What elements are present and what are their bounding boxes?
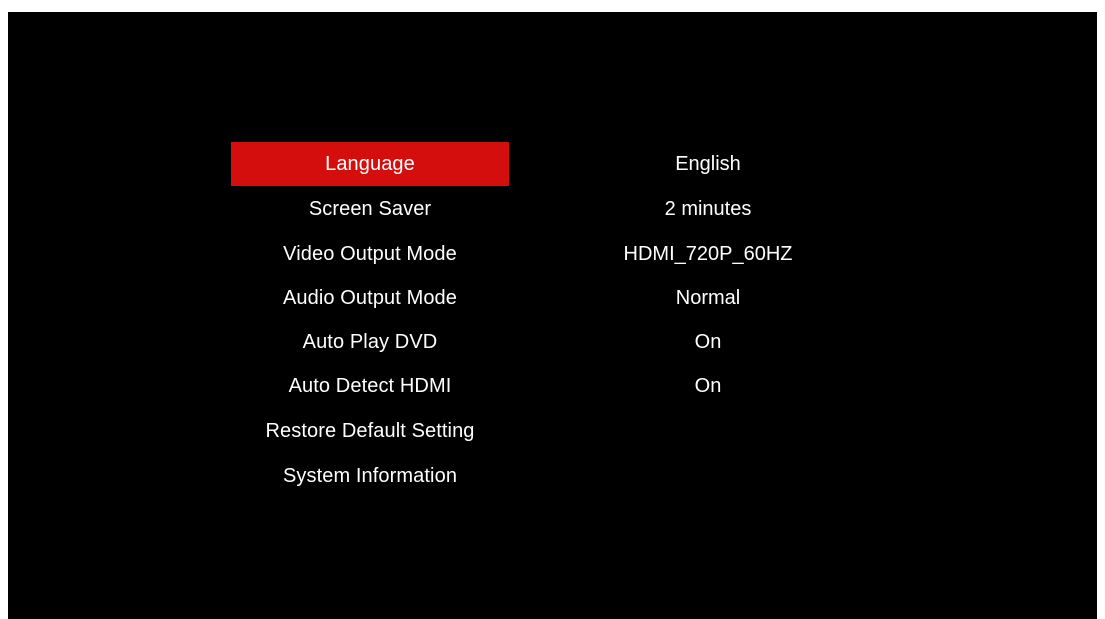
- settings-row-auto-play-dvd: Auto Play DVD On: [8, 320, 1097, 364]
- setting-auto-detect-hdmi[interactable]: Auto Detect HDMI: [231, 364, 509, 408]
- settings-row-audio-output-mode: Audio Output Mode Normal: [8, 276, 1097, 320]
- value-auto-play-dvd: On: [694, 331, 722, 353]
- setting-restore-default-setting[interactable]: Restore Default Setting: [231, 409, 509, 453]
- settings-row-video-output-mode: Video Output Mode HDMI_720P_60HZ: [8, 232, 1097, 276]
- value-audio-output-mode: Normal: [675, 287, 741, 309]
- setting-audio-output-mode[interactable]: Audio Output Mode: [231, 276, 509, 320]
- value-screen-saver: 2 minutes: [664, 198, 752, 220]
- settings-row-system-information: System Information: [8, 454, 1097, 498]
- setting-auto-play-dvd[interactable]: Auto Play DVD: [231, 320, 509, 364]
- settings-screen: Language English Screen Saver 2 minutes …: [8, 12, 1097, 619]
- value-language: English: [675, 153, 741, 175]
- value-auto-detect-hdmi: On: [694, 375, 722, 397]
- settings-row-restore-default: Restore Default Setting: [8, 409, 1097, 453]
- setting-screen-saver[interactable]: Screen Saver: [231, 187, 509, 231]
- setting-language[interactable]: Language: [231, 142, 509, 186]
- setting-system-information[interactable]: System Information: [231, 454, 509, 498]
- settings-row-auto-detect-hdmi: Auto Detect HDMI On: [8, 364, 1097, 408]
- setting-video-output-mode[interactable]: Video Output Mode: [231, 232, 509, 276]
- value-video-output-mode: HDMI_720P_60HZ: [623, 243, 793, 265]
- settings-row-language: Language English: [8, 142, 1097, 186]
- settings-row-screen-saver: Screen Saver 2 minutes: [8, 187, 1097, 231]
